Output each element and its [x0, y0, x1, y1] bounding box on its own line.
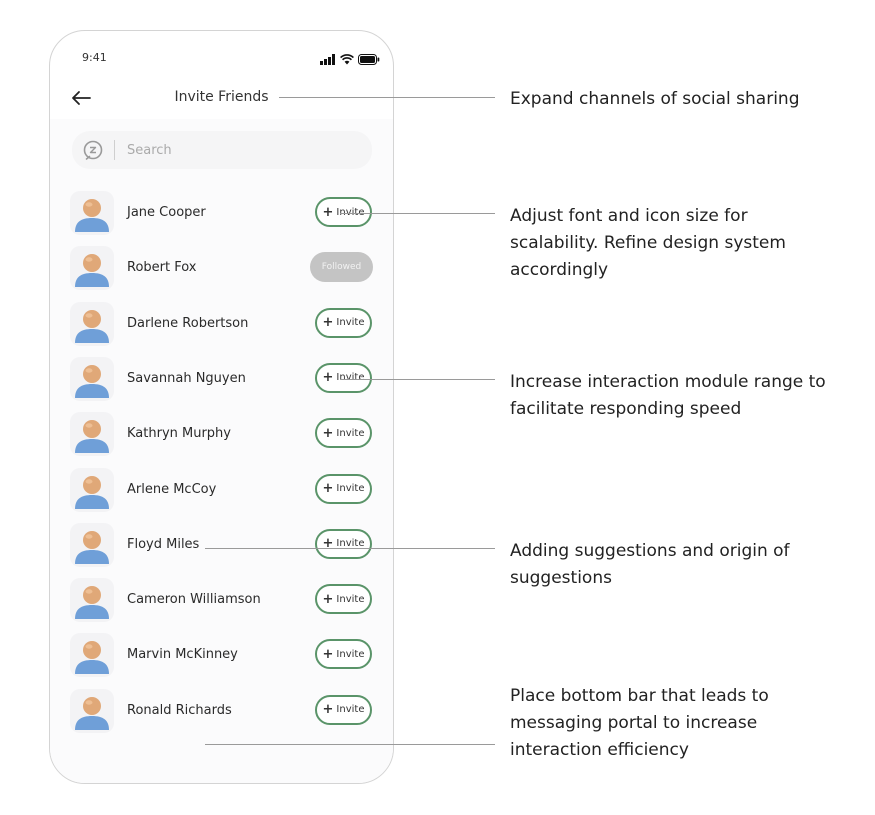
plus-icon: +: [322, 481, 334, 496]
cellular-signal-icon: [320, 53, 335, 65]
plus-icon: +: [322, 370, 334, 386]
annotation-line-1: [279, 97, 495, 98]
invite-button[interactable]: + Invite: [315, 528, 372, 559]
annotation-social-sharing: Expand channels of social sharing: [510, 89, 800, 109]
annotation-interaction-range: Increase interaction module range to fac…: [510, 372, 826, 419]
avatar: [70, 191, 114, 235]
contact-row: Marvin McKinney + Invite: [70, 633, 380, 678]
avatar: [70, 522, 114, 567]
plus-icon: +: [322, 315, 334, 331]
contact-name: Marvin McKinney: [127, 647, 238, 663]
contact-name: Savannah Nguyen: [127, 370, 246, 386]
avatar: [70, 578, 114, 623]
avatar: [70, 688, 114, 733]
search-bar[interactable]: [72, 131, 372, 169]
avatar: [70, 246, 114, 291]
phone-frame: 9:41 Invite Friends Jane: [49, 30, 394, 784]
avatar: [70, 412, 114, 457]
invite-button[interactable]: + Invite: [315, 473, 372, 504]
plus-icon: +: [322, 702, 334, 718]
annotation-suggestions: Adding suggestions and origin of suggest…: [510, 541, 790, 588]
invite-label: Invite: [336, 648, 365, 660]
invite-label: Invite: [336, 427, 365, 439]
avatar: [70, 467, 114, 512]
annotation-line-4: [205, 548, 495, 549]
person-avatar-icon: [75, 530, 109, 564]
contact-row: Cameron Williamson + Invite: [70, 578, 380, 623]
search-input[interactable]: [125, 141, 349, 159]
contact-row: Jane Cooper + Invite: [70, 191, 380, 235]
invite-button[interactable]: + Invite: [315, 362, 372, 393]
person-avatar-icon: [75, 586, 109, 620]
followed-label: Followed: [321, 262, 362, 273]
person-avatar-icon: [75, 254, 109, 288]
contact-row: Darlene Robertson + Invite: [70, 301, 380, 346]
invite-button[interactable]: + Invite: [315, 694, 372, 725]
avatar: [70, 356, 114, 401]
invite-label: Invite: [336, 593, 365, 605]
invite-button[interactable]: + Invite: [315, 418, 372, 449]
person-avatar-icon: [75, 696, 109, 730]
followed-button[interactable]: Followed: [310, 252, 373, 283]
person-avatar-icon: [75, 641, 109, 675]
annotation-line-5: [205, 744, 495, 745]
plus-icon: +: [322, 591, 334, 607]
battery-icon: [358, 53, 380, 65]
annotation-font-icon-size: Adjust font and icon size for scalabilit…: [510, 206, 786, 280]
person-avatar-icon: [75, 364, 109, 398]
status-icons: [320, 53, 380, 65]
contact-name: Darlene Robertson: [127, 315, 249, 331]
contact-row: Ronald Richards + Invite: [70, 688, 380, 733]
avatar: [70, 301, 114, 346]
plus-icon: +: [322, 204, 334, 220]
contact-row: Floyd Miles + Invite: [70, 522, 380, 567]
person-avatar-icon: [75, 199, 109, 232]
invite-label: Invite: [336, 206, 365, 218]
person-avatar-icon: [75, 475, 109, 509]
invite-button[interactable]: + Invite: [315, 584, 372, 615]
contact-name: Kathryn Murphy: [127, 426, 231, 442]
invite-button[interactable]: + Invite: [315, 639, 372, 670]
contact-row: Savannah Nguyen + Invite: [70, 356, 380, 401]
invite-button[interactable]: + Invite: [315, 307, 372, 338]
annotation-line-2: [340, 213, 495, 214]
person-avatar-icon: [75, 309, 109, 343]
contact-row: Robert Fox Followed: [70, 246, 380, 291]
contact-name: Floyd Miles: [127, 536, 200, 552]
search-icon: [83, 140, 103, 160]
invite-label: Invite: [336, 317, 365, 329]
search-divider: [114, 140, 115, 160]
plus-icon: +: [322, 646, 334, 662]
contact-name: Cameron Williamson: [127, 592, 261, 608]
contact-name: Ronald Richards: [127, 702, 232, 718]
person-avatar-icon: [75, 420, 109, 454]
invite-button[interactable]: + Invite: [315, 197, 372, 227]
contact-row: Kathryn Murphy + Invite: [70, 412, 380, 457]
status-time: 9:41: [82, 51, 107, 64]
invite-label: Invite: [336, 372, 365, 384]
contact-name: Jane Cooper: [127, 205, 206, 220]
contact-row: Arlene McCoy + Invite: [70, 467, 380, 512]
plus-icon: +: [322, 425, 334, 441]
contact-name: Arlene McCoy: [127, 481, 217, 497]
invite-label: Invite: [336, 704, 365, 716]
contact-name: Robert Fox: [127, 260, 197, 276]
wifi-icon: [340, 53, 354, 64]
invite-label: Invite: [336, 483, 365, 494]
annotation-line-3: [340, 379, 495, 380]
annotation-bottom-bar: Place bottom bar that leads to messaging…: [510, 686, 769, 760]
avatar: [70, 633, 114, 678]
